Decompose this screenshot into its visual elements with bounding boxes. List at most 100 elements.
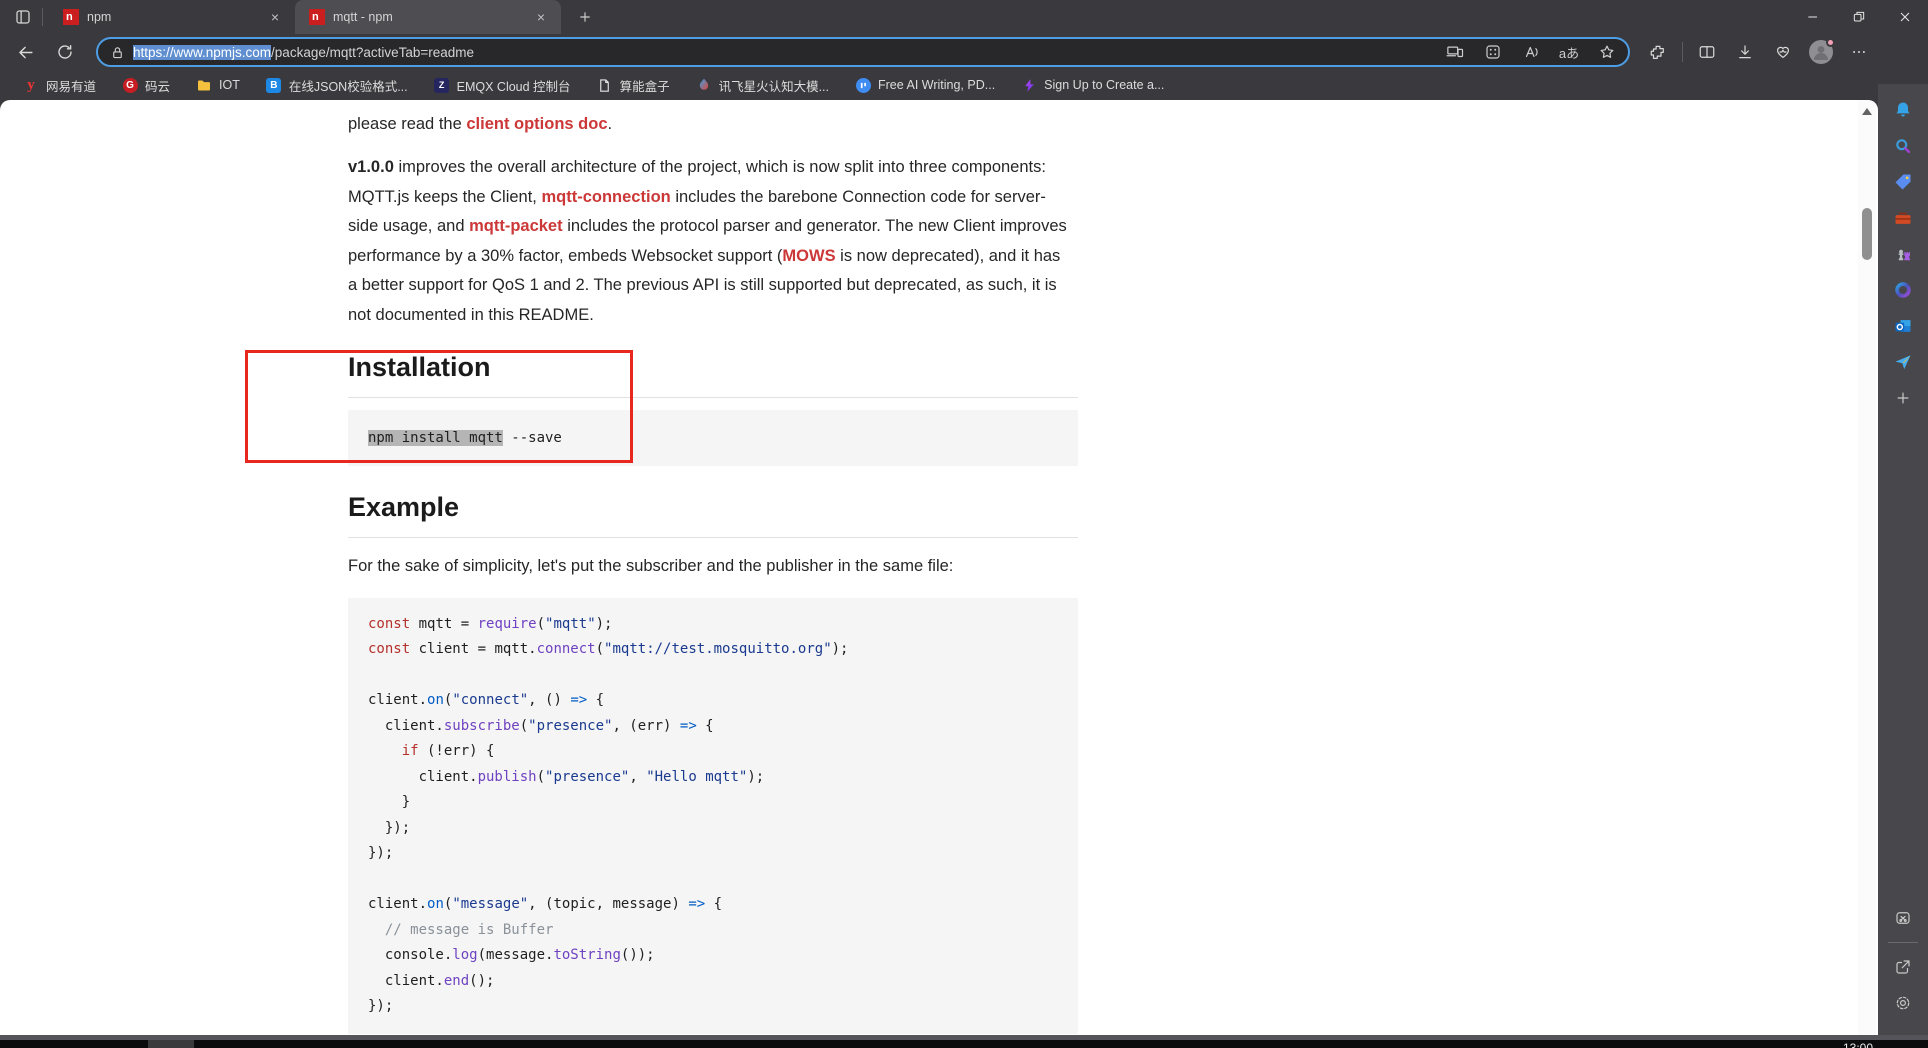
- bookmark-item[interactable]: Z EMQX Cloud 控制台: [425, 73, 580, 98]
- more-icon[interactable]: [1845, 38, 1873, 66]
- tabs-container: n npm × n mqtt - npm ×: [49, 0, 561, 34]
- emqx-icon: Z: [434, 77, 450, 93]
- bookmark-item[interactable]: IOT: [187, 74, 249, 96]
- sidebar-divider: [1888, 942, 1918, 943]
- tab-1[interactable]: n npm ×: [49, 0, 295, 34]
- workspaces-icon[interactable]: [1482, 41, 1504, 63]
- code-line: if (!err) {: [401, 743, 495, 759]
- minimize-button[interactable]: [1790, 0, 1836, 34]
- browser-essentials-icon[interactable]: [1769, 38, 1797, 66]
- tab-divider: [42, 8, 43, 26]
- sidebar-tools-icon[interactable]: [1886, 200, 1920, 236]
- windows-taskbar[interactable]: 13:00: [0, 1040, 1928, 1048]
- bookmark-label: 讯飞星火认知大模...: [718, 79, 829, 94]
- readme-link[interactable]: mqtt-connection: [541, 188, 670, 206]
- example-intro: For the sake of simplicity, let's put th…: [348, 557, 954, 575]
- code-line: }: [368, 794, 411, 810]
- code-line: client.publish("presence", "Hello mqtt")…: [368, 768, 765, 785]
- example-code-block: const mqtt = require("mqtt"); const clien…: [348, 597, 1078, 1034]
- code-line: });: [368, 845, 394, 861]
- favorite-icon[interactable]: [1596, 41, 1618, 63]
- bookmark-item[interactable]: Free AI Writing, PD...: [846, 74, 1004, 96]
- bookmark-item[interactable]: B 在线JSON校验格式...: [257, 73, 417, 98]
- sidebar-microsoft-365-icon[interactable]: [1886, 272, 1920, 308]
- devices-icon[interactable]: [1444, 41, 1466, 63]
- window-controls: [1790, 0, 1928, 34]
- code-line: client.end();: [368, 972, 495, 989]
- sidebar-drop-icon[interactable]: [1886, 344, 1920, 380]
- npm-favicon-icon: n: [63, 9, 79, 25]
- profile-icon[interactable]: [1807, 38, 1835, 66]
- bookmark-label: 算能盒子: [619, 79, 670, 94]
- code-line: });: [368, 819, 411, 836]
- sidebar-open-external-icon[interactable]: [1886, 949, 1920, 985]
- vertical-scrollbar[interactable]: [1858, 100, 1876, 1035]
- url-selected-text: https://www.npmjs.com: [133, 44, 272, 60]
- bookmark-item[interactable]: Sign Up to Create a...: [1012, 74, 1173, 96]
- bookmark-item[interactable]: 算能盒子: [588, 73, 679, 98]
- tab-close-icon[interactable]: ×: [265, 7, 285, 27]
- bookmark-item[interactable]: y 网易有道: [14, 73, 105, 98]
- installation-heading: Installation: [348, 352, 1078, 398]
- readme-link[interactable]: MOWS: [782, 247, 835, 265]
- youdao-icon: y: [27, 76, 35, 93]
- extensions-icon[interactable]: [1644, 38, 1672, 66]
- sidebar-settings-icon[interactable]: [1886, 985, 1920, 1021]
- quill-icon: [855, 77, 871, 93]
- bookmark-label: Sign Up to Create a...: [1044, 78, 1165, 92]
- bookmark-item[interactable]: 讯飞星火认知大模...: [687, 73, 838, 98]
- sidebar-notifications-icon[interactable]: [1886, 92, 1920, 128]
- sidebar-games-icon[interactable]: [1886, 236, 1920, 272]
- example-heading: Example: [348, 492, 1078, 538]
- bookmark-label: 码云: [145, 79, 171, 94]
- json-icon: B: [266, 77, 282, 93]
- install-code-block: npm install mqtt --save: [348, 410, 1078, 466]
- bookmark-label: IOT: [219, 78, 240, 92]
- code-line: console.log(message.toString());: [368, 947, 655, 963]
- restore-button[interactable]: [1836, 0, 1882, 34]
- read-aloud-icon[interactable]: [1520, 41, 1542, 63]
- url-rest-text: /package/mqtt?activeTab=readme: [271, 44, 475, 60]
- readme-link[interactable]: mqtt-packet: [469, 217, 563, 235]
- sidebar-top-icons: [1886, 92, 1920, 416]
- bookmark-item[interactable]: G 码云: [113, 73, 179, 98]
- lock-icon: [110, 45, 125, 60]
- downloads-icon[interactable]: [1731, 38, 1759, 66]
- tab-close-icon[interactable]: ×: [531, 7, 551, 27]
- split-screen-icon[interactable]: [1693, 38, 1721, 66]
- spark-icon: [696, 77, 712, 93]
- readme-link[interactable]: client options doc: [466, 115, 607, 133]
- sidebar-outlook-icon[interactable]: [1886, 308, 1920, 344]
- url-text[interactable]: https://www.npmjs.com/package/mqtt?activ…: [133, 44, 1444, 60]
- url-bar[interactable]: https://www.npmjs.com/package/mqtt?activ…: [96, 37, 1630, 67]
- scrollbar-thumb[interactable]: [1862, 208, 1872, 260]
- bookmark-label: Free AI Writing, PD...: [878, 78, 996, 92]
- sidebar-search-icon[interactable]: [1886, 128, 1920, 164]
- back-icon[interactable]: [10, 38, 40, 66]
- close-window-button[interactable]: [1882, 0, 1928, 34]
- refresh-icon[interactable]: [50, 38, 80, 66]
- scroll-up-arrow-icon[interactable]: [1862, 108, 1872, 115]
- tab-2[interactable]: n mqtt - npm ×: [295, 0, 561, 34]
- chrome-icons: [1644, 38, 1873, 66]
- install-code-selected: npm install mqtt: [368, 430, 503, 446]
- tab-actions-icon[interactable]: [10, 5, 36, 29]
- toolbar-divider: [1682, 42, 1683, 62]
- sidebar-add-icon[interactable]: [1886, 380, 1920, 416]
- bookmark-label: 网易有道: [46, 79, 97, 94]
- translate-icon[interactable]: aあ: [1558, 41, 1580, 63]
- readme-article: please read the client options doc. v1.0…: [348, 100, 1078, 1034]
- new-tab-button[interactable]: [571, 3, 599, 31]
- taskbar-app-indicator[interactable]: [148, 1040, 194, 1048]
- code-line: client.on("connect", () => {: [368, 692, 605, 708]
- npm-favicon-icon: n: [309, 9, 325, 25]
- code-line: client.on("message", (topic, message) =>…: [368, 896, 723, 912]
- text-segment: .: [607, 115, 613, 133]
- sidebar-bottom-icons: [1878, 900, 1928, 1021]
- sidebar-screenshot-icon[interactable]: [1886, 900, 1920, 936]
- sidebar-shopping-icon[interactable]: [1886, 164, 1920, 200]
- bookmark-label: EMQX Cloud 控制台: [456, 79, 571, 94]
- page-icon: [597, 77, 613, 93]
- text-segment: v1.0.0: [348, 158, 394, 176]
